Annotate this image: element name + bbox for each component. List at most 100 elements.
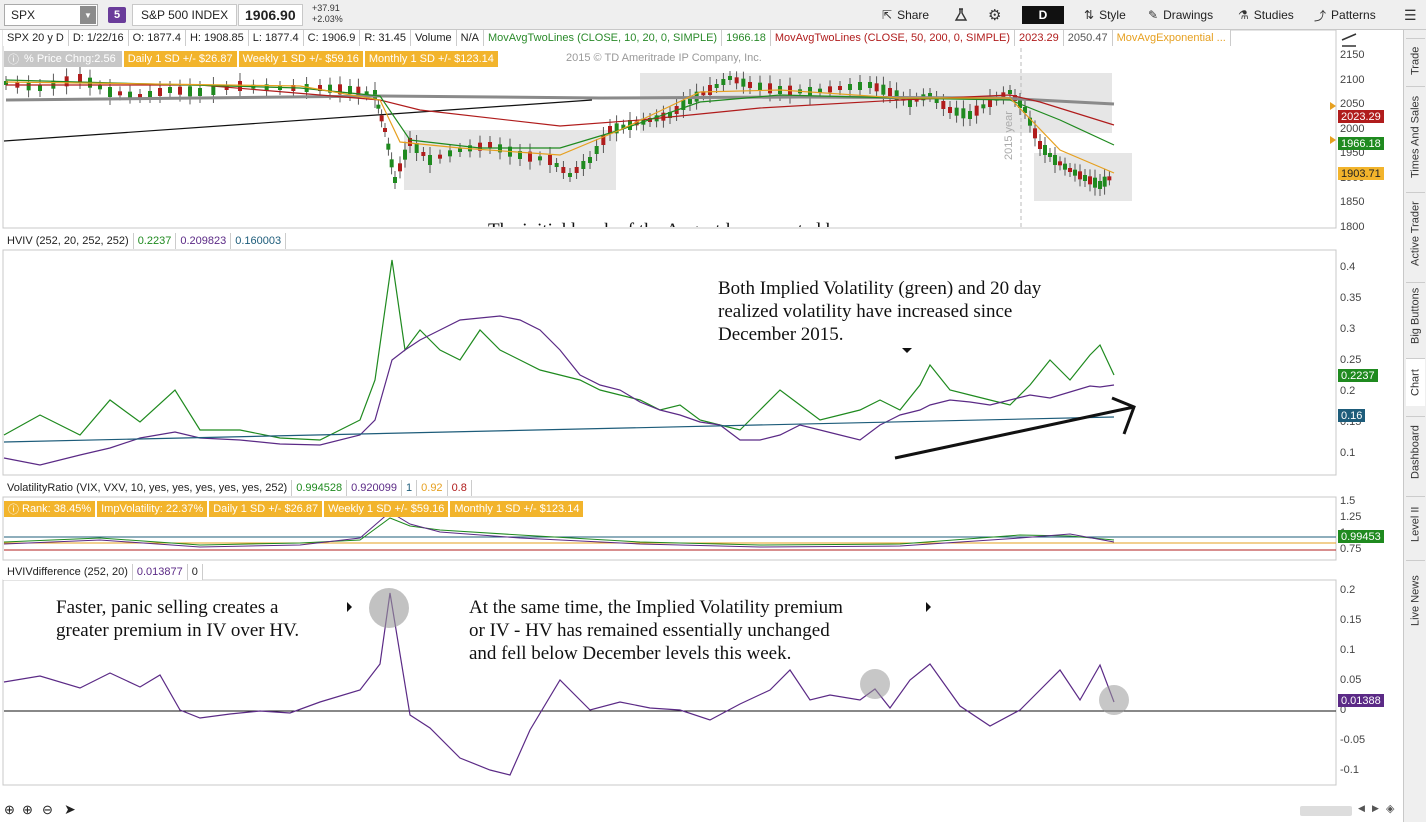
chart-canvas[interactable] bbox=[0, 30, 1402, 820]
ma1-study[interactable]: MovAvgTwoLines (CLOSE, 10, 20, 0, SIMPLE… bbox=[484, 30, 723, 46]
candle-body bbox=[118, 91, 122, 96]
flask-button[interactable] bbox=[946, 4, 976, 26]
gear-icon: ⚙ bbox=[988, 7, 1002, 24]
copyright: 2015 © TD Ameritrade IP Company, Inc. bbox=[566, 52, 762, 64]
volratio-header: VolatilityRatio (VIX, VXV, 10, yes, yes,… bbox=[3, 480, 472, 496]
axis-tick: 1850 bbox=[1340, 196, 1365, 208]
change-abs: +37.91 bbox=[312, 3, 340, 13]
link-group-badge[interactable]: 5 bbox=[108, 7, 126, 23]
year-label: 2015 year bbox=[1003, 111, 1015, 160]
bar-low: L: 1877.4 bbox=[248, 30, 304, 46]
zoom-out-icon[interactable]: ⊖ bbox=[42, 802, 53, 818]
axis-tick: 2150 bbox=[1340, 49, 1365, 61]
daily-sd: Daily 1 SD +/- $26.87 bbox=[123, 51, 237, 67]
side-tab[interactable]: Live News bbox=[1406, 560, 1425, 640]
candle-body bbox=[561, 167, 566, 173]
candle-body bbox=[1088, 176, 1092, 185]
settings-button[interactable]: ⚙ bbox=[980, 4, 1009, 26]
axis-tick: 1800 bbox=[1340, 220, 1365, 233]
side-tab[interactable]: Dashboard bbox=[1406, 416, 1425, 488]
patterns-button[interactable]: ⤴ Patterns bbox=[1306, 4, 1384, 26]
price-header: SPX 20 y D D: 1/22/16 O: 1877.4 H: 1908.… bbox=[3, 30, 1231, 46]
candle-body bbox=[968, 111, 972, 119]
candle-body bbox=[941, 101, 946, 109]
axis-tick: 1.25 bbox=[1340, 511, 1362, 523]
candle-body bbox=[438, 154, 442, 159]
hviv-annotation-line: Both Implied Volatility (green) and 20 d… bbox=[718, 278, 1042, 299]
candle-body bbox=[488, 142, 492, 148]
chevron-down-icon[interactable]: ▼ bbox=[80, 6, 96, 24]
bar-open: O: 1877.4 bbox=[128, 30, 186, 46]
candle-body bbox=[714, 84, 719, 88]
crosshair-icon[interactable]: ⊕ bbox=[4, 802, 15, 818]
side-tab[interactable]: Active Trader bbox=[1406, 192, 1425, 274]
zoom-in-icon[interactable]: ⊕ bbox=[22, 802, 33, 818]
candle-body bbox=[393, 177, 397, 183]
side-tab[interactable]: Trade bbox=[1406, 38, 1425, 82]
candle-body bbox=[768, 83, 772, 94]
axis-tick: 0.75 bbox=[1340, 543, 1362, 555]
volratio-v5: 0.8 bbox=[447, 480, 472, 496]
annotation-line: At the same time, the Implied Volatility… bbox=[469, 597, 843, 618]
candle-body bbox=[581, 161, 586, 169]
ma2-study[interactable]: MovAvgTwoLines (CLOSE, 50, 200, 0, SIMPL… bbox=[770, 30, 1016, 46]
info-icon: ⓘ bbox=[8, 504, 19, 516]
candle-body bbox=[1063, 163, 1067, 170]
rank-bubble[interactable]: ⓘ Rank: 38.45% bbox=[4, 501, 96, 517]
drawings-button[interactable]: ✎ Drawings bbox=[1140, 4, 1221, 26]
annotation-line: Faster, panic selling creates a bbox=[56, 597, 279, 618]
volratio-v1: 0.994528 bbox=[292, 480, 348, 496]
ma3-study[interactable]: MovAvgExponential ... bbox=[1112, 30, 1231, 46]
studies-button[interactable]: ⚗ Studies bbox=[1230, 4, 1302, 26]
horizontal-scrollbar[interactable] bbox=[1300, 806, 1352, 816]
share-label: Share bbox=[897, 8, 930, 22]
vxv-ratio-line bbox=[3, 511, 1115, 548]
scroll-right-icon[interactable]: ▶ bbox=[1372, 803, 1379, 814]
candle-body bbox=[888, 88, 892, 96]
axis-tick: 2000 bbox=[1340, 122, 1365, 135]
candle-body bbox=[588, 157, 592, 163]
side-tab[interactable]: Times And Sales bbox=[1406, 86, 1425, 186]
candle-body bbox=[758, 82, 762, 91]
volume-label: Volume bbox=[410, 30, 457, 46]
candle-body bbox=[158, 88, 162, 96]
scale-icon bbox=[1341, 33, 1357, 47]
hviv-v2: 0.209823 bbox=[176, 233, 232, 249]
symbol-period[interactable]: SPX 20 y D bbox=[3, 30, 69, 46]
side-tab[interactable]: Chart bbox=[1406, 358, 1425, 406]
aggregation-button[interactable]: D bbox=[1022, 6, 1064, 24]
candle-body bbox=[974, 105, 979, 116]
pointer-icon[interactable]: ➤ bbox=[64, 801, 76, 818]
axis-tick: 0.2 bbox=[1340, 385, 1356, 397]
scroll-left-icon[interactable]: ◀ bbox=[1358, 803, 1365, 814]
hvivdiff-annotation-right: At the same time, the Implied Volatility… bbox=[469, 596, 843, 665]
share-icon: ⇱ bbox=[882, 8, 893, 22]
annotation-line: greater premium in IV over HV. bbox=[56, 620, 300, 641]
share-button[interactable]: ⇱ Share bbox=[874, 4, 937, 26]
symbol-description: S&P 500 INDEX bbox=[132, 4, 238, 26]
price-change-bubble[interactable]: ⓘ % Price Chng:2.56 bbox=[4, 51, 122, 67]
candle-body bbox=[1048, 153, 1052, 157]
menu-button[interactable]: ☰ bbox=[1396, 4, 1425, 26]
tag-hvivdiff: 0.01388 bbox=[1338, 694, 1384, 707]
arrow-head bbox=[1111, 396, 1136, 435]
studies-label: Studies bbox=[1253, 8, 1294, 22]
cut-caption: The initial break of the August lows cre… bbox=[488, 221, 1008, 227]
axis-tick: 0.25 bbox=[1340, 354, 1362, 366]
candle-body bbox=[728, 76, 732, 80]
zoom-fit-icon[interactable]: ◈ bbox=[1386, 802, 1394, 815]
volratio-v2: 0.920099 bbox=[347, 480, 403, 496]
candle-body bbox=[1098, 181, 1102, 189]
candle-body bbox=[421, 152, 426, 156]
candle-body bbox=[954, 107, 959, 116]
style-button[interactable]: ⇅ Style bbox=[1076, 4, 1134, 26]
side-tab[interactable]: Level II bbox=[1406, 496, 1425, 552]
last-price: 1906.90 bbox=[238, 4, 303, 26]
volratio-study[interactable]: VolatilityRatio (VIX, VXV, 10, yes, yes,… bbox=[3, 480, 293, 496]
hvivdiff-study[interactable]: HVIVdifference (252, 20) bbox=[3, 564, 133, 580]
side-tab[interactable]: Big Buttons bbox=[1406, 282, 1425, 348]
vr-weekly-sd: Weekly 1 SD +/- $59.16 bbox=[324, 501, 449, 517]
symbol-input[interactable]: SPX ▼ bbox=[4, 4, 98, 26]
candle-body bbox=[868, 82, 872, 88]
hviv-study[interactable]: HVIV (252, 20, 252, 252) bbox=[3, 233, 134, 249]
